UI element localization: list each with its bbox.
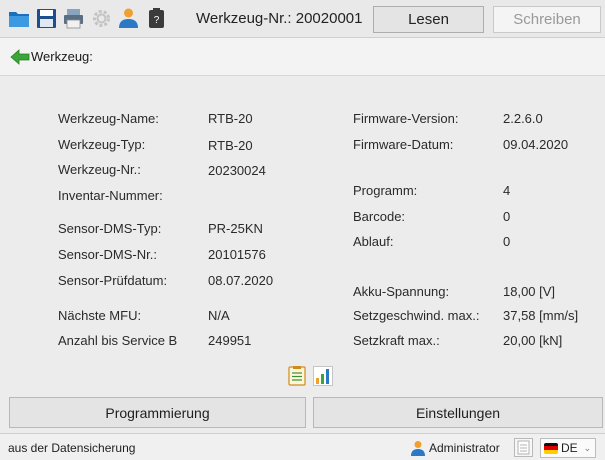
tool-info-panel: Werkzeug-Name: RTB-20 Werkzeug-Typ: RTB-…: [0, 77, 605, 395]
print-icon[interactable]: [62, 7, 85, 30]
label-sequence: Ablauf:: [353, 234, 394, 249]
value-sensor-dms-type: PR-25KN: [208, 221, 263, 236]
label-tool-name: Werkzeug-Name:: [58, 111, 159, 126]
status-bar: aus der Datensicherung Administrator DE …: [0, 433, 605, 460]
label-battery-voltage: Akku-Spannung:: [353, 284, 450, 299]
label-inventory-number: Inventar-Nummer:: [58, 188, 163, 203]
value-tool-number: 20230024: [208, 163, 266, 178]
programming-button[interactable]: Programmierung: [9, 397, 306, 428]
user-name: Administrator: [429, 441, 500, 455]
back-arrow-icon[interactable]: [10, 47, 30, 67]
label-setting-force-max: Setzkraft max.:: [353, 333, 440, 348]
german-flag-icon: [544, 442, 558, 454]
label-count-until-service: Anzahl bis Service B: [58, 333, 178, 348]
current-user: Administrator: [410, 438, 500, 458]
chevron-down-icon: ⌄: [583, 442, 592, 453]
value-sequence: 0: [503, 234, 511, 249]
save-icon[interactable]: [35, 7, 58, 30]
label-tool-number: Werkzeug-Nr.:: [58, 162, 141, 177]
svg-text:?: ?: [154, 15, 160, 26]
value-setting-force-max: 20,00 [kN]: [503, 333, 563, 348]
value-program: 4: [503, 183, 511, 198]
breadcrumb: Werkzeug:: [0, 38, 605, 76]
value-tool-type: RTB-20: [208, 138, 253, 153]
label-firmware-date: Firmware-Datum:: [353, 137, 454, 152]
value-count-until-service: 249951: [208, 333, 252, 348]
value-setting-speed-max: 37,58 [mm/s]: [503, 308, 579, 323]
document-icon[interactable]: [514, 438, 533, 457]
label-setting-speed-max: Setzgeschwind. max.:: [353, 308, 480, 323]
gear-icon[interactable]: [90, 7, 113, 30]
read-button[interactable]: Lesen: [373, 6, 484, 33]
value-barcode: 0: [503, 209, 511, 224]
label-program: Programm:: [353, 183, 418, 198]
chart-icon[interactable]: [313, 366, 333, 386]
write-button[interactable]: Schreiben: [493, 6, 601, 33]
value-battery-voltage: 18,00 [V]: [503, 284, 556, 299]
value-sensor-dms-number: 20101576: [208, 247, 266, 262]
value-firmware-date: 09.04.2020: [503, 137, 569, 152]
value-firmware-version: 2.2.6.0: [503, 111, 543, 126]
status-text: aus der Datensicherung: [8, 441, 136, 455]
value-tool-name: RTB-20: [208, 111, 253, 126]
user-icon: [411, 441, 425, 456]
value-sensor-test-date: 08.07.2020: [208, 273, 274, 288]
user-icon[interactable]: [117, 7, 140, 30]
language-select[interactable]: DE ⌄: [540, 438, 596, 458]
label-next-mfu: Nächste MFU:: [58, 308, 142, 323]
tool-number-title: Werkzeug-Nr.: 20020001: [196, 10, 363, 27]
toolbar: ? Werkzeug-Nr.: 20020001 Lesen Schreiben: [0, 0, 605, 38]
label-sensor-test-date: Sensor-Prüfdatum:: [58, 273, 168, 288]
value-next-mfu: N/A: [208, 308, 230, 323]
report-icon[interactable]: [287, 366, 307, 386]
settings-button[interactable]: Einstellungen: [313, 397, 603, 428]
folder-icon[interactable]: [8, 7, 31, 30]
breadcrumb-label: Werkzeug:: [31, 49, 93, 64]
label-barcode: Barcode:: [353, 209, 406, 224]
device-icon[interactable]: ?: [145, 7, 168, 30]
label-sensor-dms-number: Sensor-DMS-Nr.:: [58, 247, 157, 262]
label-sensor-dms-type: Sensor-DMS-Typ:: [58, 221, 162, 236]
label-firmware-version: Firmware-Version:: [353, 111, 459, 126]
label-tool-type: Werkzeug-Typ:: [58, 137, 146, 152]
language-code: DE: [561, 441, 578, 455]
